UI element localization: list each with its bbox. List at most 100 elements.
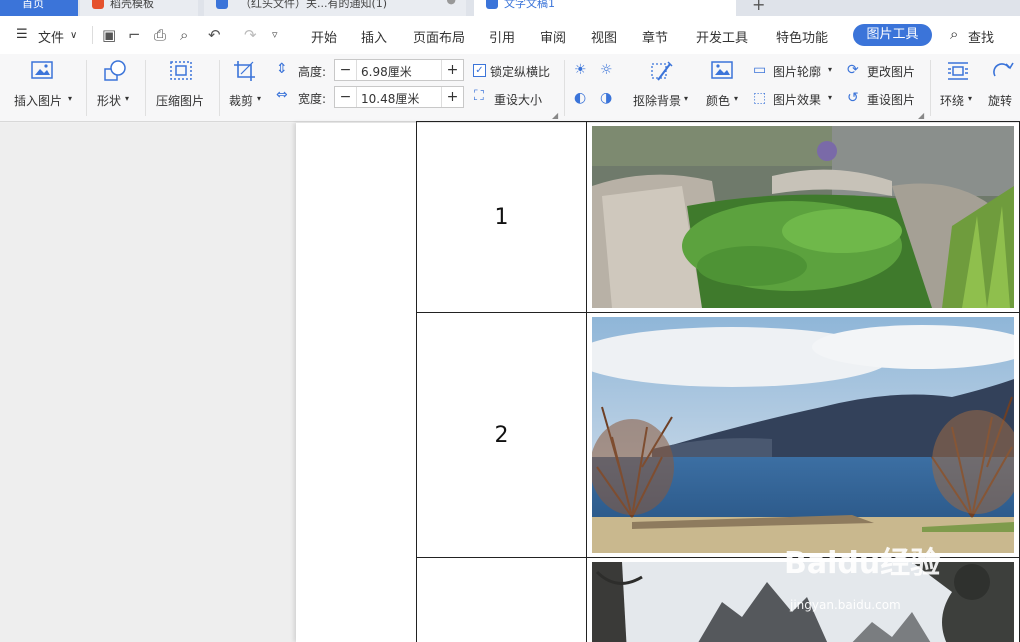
search-icon[interactable]: ⌕ xyxy=(950,25,958,43)
rotate-button[interactable]: 旋转 xyxy=(988,92,1012,109)
width-decrease-button[interactable]: − xyxy=(335,87,357,107)
table-row: 2 xyxy=(416,312,1020,558)
menu-bar: ☰ 文件 ∨ ▣ ⌐ ⎙ ⌕ ↶ ↷ ▿ 开始 插入 页面布局 引用 审阅 视图… xyxy=(0,16,1020,54)
picture-outline-button[interactable]: 图片轮廓 xyxy=(773,63,821,80)
height-icon: ⇕ xyxy=(276,61,288,77)
tab-template-label: 稻壳模板 xyxy=(110,0,154,10)
menu-developer[interactable]: 开发工具 xyxy=(696,27,748,46)
chevron-down-icon[interactable]: ▾ xyxy=(828,65,832,74)
lock-ratio-checkbox[interactable]: ✓ xyxy=(473,64,486,77)
width-stepper[interactable]: − 10.48厘米 + xyxy=(334,86,464,108)
redo-icon[interactable]: ↷ xyxy=(244,26,257,44)
menu-search[interactable]: 查找 xyxy=(968,27,994,46)
height-increase-button[interactable]: + xyxy=(441,60,463,80)
ribbon-picture-tools: 插入图片 ▾ 形状 ▾ 压缩图片 裁剪 ▾ ⇕ 高度: − 6.98厘米 + ⇔… xyxy=(0,54,1020,122)
menu-references[interactable]: 引用 xyxy=(489,27,515,46)
crop-icon[interactable] xyxy=(232,60,258,87)
remove-background-button[interactable]: 抠除背景 xyxy=(633,92,681,109)
chevron-down-icon[interactable]: ▾ xyxy=(684,94,688,103)
insert-picture-icon[interactable] xyxy=(30,60,56,87)
garden-pond-photo[interactable] xyxy=(592,126,1014,308)
decrease-brightness-icon[interactable]: ☼ xyxy=(600,62,613,78)
change-picture-button[interactable]: 更改图片 xyxy=(867,63,915,80)
increase-brightness-icon[interactable]: ☀ xyxy=(574,62,587,78)
table-cell-number[interactable] xyxy=(416,557,587,642)
table-cell-image[interactable] xyxy=(586,312,1020,558)
table-cell-number[interactable]: 2 xyxy=(416,312,587,558)
decrease-contrast-icon[interactable]: ◑ xyxy=(600,90,612,106)
color-icon[interactable] xyxy=(709,60,735,87)
baidu-watermark-url: jingyan.baidu.com xyxy=(790,598,901,612)
color-button[interactable]: 颜色 xyxy=(706,92,730,109)
shape-icon[interactable] xyxy=(102,60,128,87)
tab-docer-templates[interactable]: 稻壳模板 xyxy=(80,0,198,16)
new-tab-plus-icon[interactable]: + xyxy=(752,0,765,14)
tab-doc1-label: （红头文件）关...有的通知(1) xyxy=(240,0,388,10)
chevron-down-icon[interactable]: ▾ xyxy=(734,94,738,103)
table-cell-number[interactable]: 1 xyxy=(416,121,587,313)
hamburger-icon[interactable]: ☰ xyxy=(16,27,28,42)
menu-page-layout[interactable]: 页面布局 xyxy=(413,27,465,46)
lock-ratio-label[interactable]: 锁定纵横比 xyxy=(490,63,550,80)
width-input[interactable]: 10.48厘米 xyxy=(361,90,419,107)
chevron-down-icon[interactable]: ▾ xyxy=(257,94,261,103)
tab-document-active[interactable]: 文字文稿1 xyxy=(474,0,736,16)
menu-home[interactable]: 开始 xyxy=(311,27,337,46)
lake-landscape-photo[interactable] xyxy=(592,317,1014,553)
divider xyxy=(86,60,87,116)
rotate-icon[interactable] xyxy=(990,60,1016,87)
insert-picture-button[interactable]: 插入图片 xyxy=(14,92,62,109)
close-icon[interactable]: ● xyxy=(446,0,456,5)
wrap-button[interactable]: 环绕 xyxy=(940,92,964,109)
picture-effect-icon[interactable]: ⬚ xyxy=(753,90,766,106)
remove-background-icon[interactable] xyxy=(649,60,675,87)
menu-picture-tools[interactable]: 图片工具 xyxy=(853,24,932,46)
tab-home[interactable]: 首页 xyxy=(0,0,78,16)
chevron-down-icon[interactable]: ▾ xyxy=(125,94,129,103)
menu-special-features[interactable]: 特色功能 xyxy=(776,27,828,46)
dialog-launcher-icon[interactable]: ◢ xyxy=(552,111,558,120)
height-decrease-button[interactable]: − xyxy=(335,60,357,80)
picture-effect-button[interactable]: 图片效果 xyxy=(773,91,821,108)
writer-doc-icon xyxy=(216,0,228,9)
print-icon[interactable]: ⎙ xyxy=(154,26,166,44)
format-painter-icon[interactable]: ⌐ xyxy=(128,26,141,44)
shape-button[interactable]: 形状 xyxy=(97,92,121,109)
menu-review[interactable]: 审阅 xyxy=(540,27,566,46)
reset-size-button[interactable]: 重设大小 xyxy=(494,91,542,108)
chevron-down-icon[interactable]: ▾ xyxy=(828,93,832,102)
chevron-down-icon[interactable]: ▾ xyxy=(68,94,72,103)
height-stepper[interactable]: − 6.98厘米 + xyxy=(334,59,464,81)
chevron-down-icon[interactable]: ▾ xyxy=(968,94,972,103)
compress-picture-button[interactable]: 压缩图片 xyxy=(156,92,204,109)
compress-picture-icon[interactable] xyxy=(168,60,194,87)
menu-file[interactable]: 文件 xyxy=(38,27,64,46)
customize-toolbar-icon[interactable]: ▿ xyxy=(272,28,278,41)
width-increase-button[interactable]: + xyxy=(441,87,463,107)
table-row: 1 xyxy=(416,121,1020,313)
menu-view[interactable]: 视图 xyxy=(591,27,617,46)
tab-document-notice[interactable]: （红头文件）关...有的通知(1) ● xyxy=(204,0,466,16)
reset-picture-button[interactable]: 重设图片 xyxy=(867,91,915,108)
menu-insert[interactable]: 插入 xyxy=(361,27,387,46)
save-icon[interactable]: ▣ xyxy=(102,26,116,44)
table-cell-image[interactable] xyxy=(586,121,1020,313)
chevron-down-icon[interactable]: ∨ xyxy=(70,30,77,41)
menu-chapter[interactable]: 章节 xyxy=(642,27,668,46)
height-input[interactable]: 6.98厘米 xyxy=(361,63,412,80)
tab-strip: 首页 稻壳模板 （红头文件）关...有的通知(1) ● 文字文稿1 + xyxy=(0,0,1020,16)
divider xyxy=(219,60,220,116)
wrap-text-icon[interactable] xyxy=(945,60,971,87)
picture-outline-icon[interactable]: ▭ xyxy=(753,62,766,78)
height-label: 高度: xyxy=(298,65,327,79)
crop-button[interactable]: 裁剪 xyxy=(229,92,253,109)
reset-picture-icon[interactable]: ↺ xyxy=(847,90,859,106)
change-picture-icon[interactable]: ⟳ xyxy=(847,62,859,78)
dialog-launcher-icon[interactable]: ◢ xyxy=(918,111,924,120)
width-icon: ⇔ xyxy=(276,87,288,103)
divider xyxy=(92,26,93,44)
increase-contrast-icon[interactable]: ◐ xyxy=(574,90,586,106)
undo-icon[interactable]: ↶ xyxy=(208,26,221,44)
print-preview-icon[interactable]: ⌕ xyxy=(180,26,188,44)
reset-size-icon[interactable]: ⛶ xyxy=(474,88,484,104)
